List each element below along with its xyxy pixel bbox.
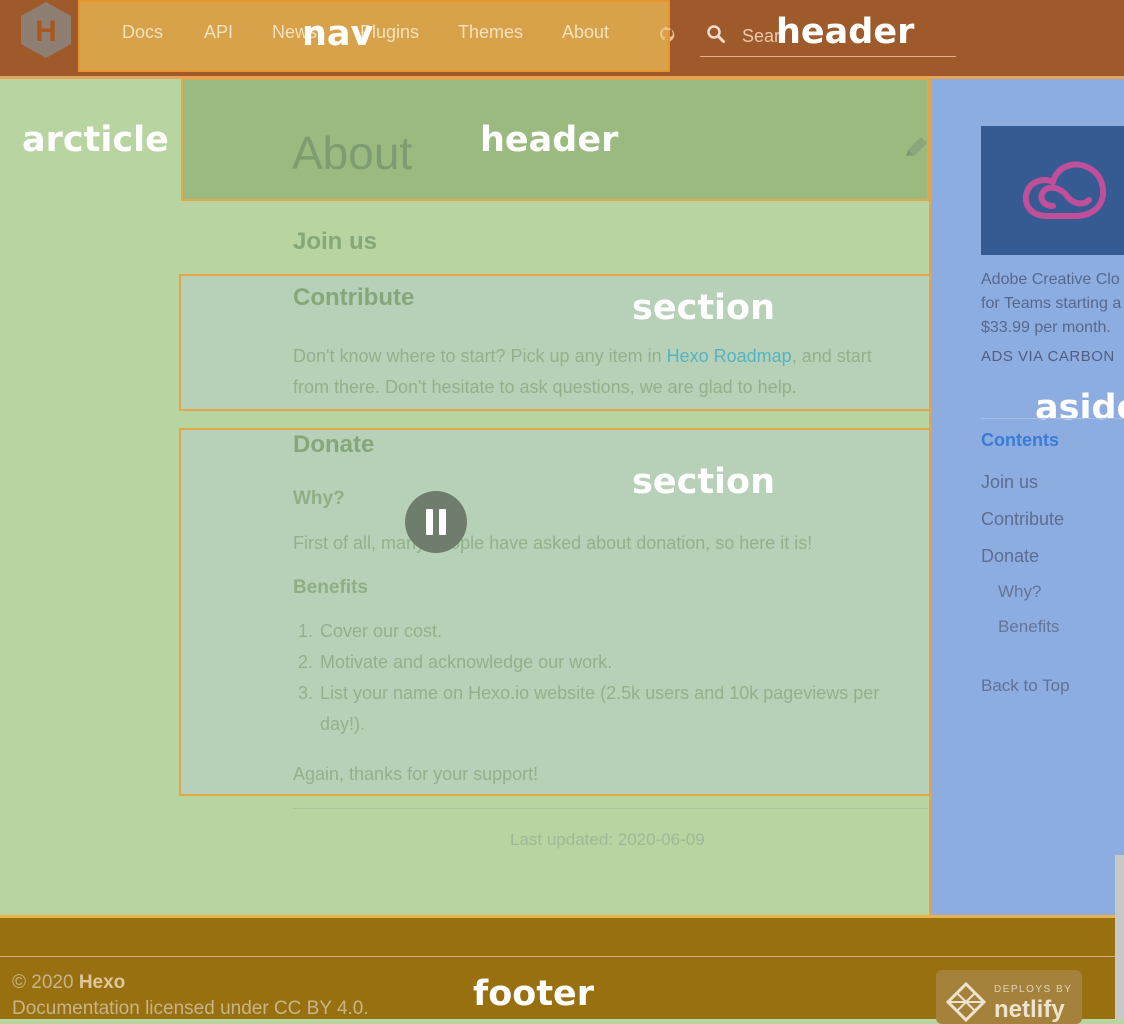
nav-overlay-label: nav (302, 14, 374, 54)
pause-icon (426, 509, 433, 535)
last-updated: Last updated: 2020-06-09 (510, 830, 705, 849)
benefits-heading: Benefits (293, 577, 368, 598)
hexo-roadmap-link[interactable]: Hexo Roadmap (667, 346, 792, 366)
contribute-paragraph: Don't know where to start? Pick up any i… (293, 341, 923, 403)
copyright-text: © 2020 (12, 972, 79, 993)
edit-pencil-icon[interactable] (902, 134, 930, 162)
ad-image[interactable] (981, 126, 1124, 255)
list-item: Cover our cost. (320, 621, 443, 641)
footer-divider (0, 956, 1115, 957)
list-item: Motivate and acknowledge our work. (320, 652, 613, 672)
github-icon[interactable] (656, 24, 678, 46)
creative-cloud-icon (1022, 161, 1107, 219)
toc-divider (981, 418, 1124, 419)
nav-item-api[interactable]: API (204, 22, 233, 43)
thanks-paragraph: Again, thanks for your support! (293, 764, 539, 784)
article-header-overlay-label: header (480, 120, 619, 160)
back-to-top-link[interactable]: Back to Top (981, 676, 1070, 696)
footer-overlay-label: footer (473, 974, 595, 1014)
netlify-name: netlify (994, 996, 1065, 1023)
content-divider (293, 808, 928, 809)
netlify-icon (946, 982, 986, 1022)
nav-item-themes[interactable]: Themes (458, 22, 523, 43)
main-nav: Docs API News Plugins Themes About nav (78, 0, 670, 72)
netlify-badge[interactable]: DEPLOYS BY netlify (936, 970, 1082, 1024)
list-item: List your name on Hexo.io website (2.5k … (320, 683, 880, 703)
donate-heading: Donate (293, 431, 375, 458)
article-overlay-label: arcticle (22, 120, 169, 160)
toc-item-contribute[interactable]: Contribute (981, 509, 1064, 530)
right-edge-strip (1115, 855, 1124, 1019)
nav-item-about[interactable]: About (562, 22, 609, 43)
join-us-heading: Join us (293, 228, 378, 255)
contribute-text-line2: from there. Don't hesitate to ask questi… (293, 377, 797, 397)
contribute-section-overlay-label: section (632, 288, 776, 328)
nav-item-docs[interactable]: Docs (122, 22, 163, 43)
aside-overlay-label: aside (1035, 388, 1124, 428)
toc-subitem-benefits[interactable]: Benefits (998, 617, 1059, 637)
why-heading: Why? (293, 488, 345, 509)
netlify-deploys-text: DEPLOYS BY (994, 984, 1073, 995)
license-link[interactable]: Documentation licensed under CC BY 4.0. (12, 998, 369, 1020)
donate-section-overlay-label: section (632, 462, 776, 502)
copyright: © 2020 Hexo (12, 972, 125, 994)
video-pause-button[interactable] (405, 491, 467, 553)
list-number: 2. (298, 652, 314, 672)
toc-subitem-why[interactable]: Why? (998, 582, 1041, 602)
ad-text[interactable]: Adobe Creative Clo for Teams starting a … (981, 268, 1121, 340)
contribute-text-after: , and start (791, 346, 872, 366)
toc-item-join-us[interactable]: Join us (981, 472, 1038, 493)
logo-letter: H (35, 15, 57, 48)
pause-icon (439, 509, 446, 535)
list-number: 3. (298, 683, 314, 703)
toc-title: Contents (981, 430, 1059, 450)
why-paragraph: First of all, many people have asked abo… (293, 533, 813, 553)
list-item-continued: day!). (320, 714, 366, 734)
contribute-text: Don't know where to start? Pick up any i… (293, 346, 667, 366)
list-number: 1. (298, 621, 314, 641)
contribute-heading: Contribute (293, 284, 415, 311)
hexo-logo-icon[interactable]: H (16, 0, 76, 60)
ads-via-carbon[interactable]: ADS VIA CARBON (981, 348, 1115, 365)
section-donate (179, 428, 931, 796)
header-overlay-label: header (776, 12, 915, 52)
search-icon[interactable] (706, 24, 726, 44)
page-title: About (292, 127, 413, 179)
toc-item-donate[interactable]: Donate (981, 546, 1039, 567)
copyright-brand-link[interactable]: Hexo (79, 972, 125, 993)
